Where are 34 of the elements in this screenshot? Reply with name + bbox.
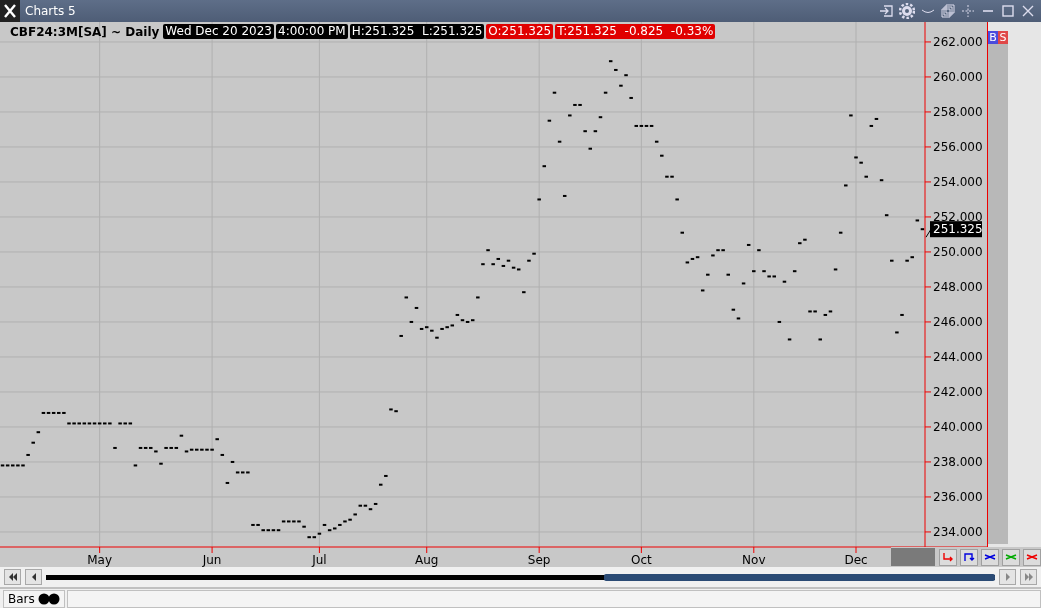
window-title: Charts 5 (25, 4, 77, 18)
y-tick-label: 254.000 (933, 174, 983, 189)
quote-field: H:251.325 L:251.325 (349, 24, 485, 39)
signal-badge[interactable]: B (988, 31, 998, 44)
x-tick-label: Aug (415, 553, 439, 567)
y-tick-label: 234.000 (933, 524, 983, 539)
y-tick-label: 238.000 (933, 454, 983, 469)
x-tick-label: Nov (742, 553, 766, 567)
quote-field: T:251.325 -0.825 -0.33% (555, 24, 716, 39)
y-tick-label: 258.000 (933, 104, 983, 119)
y-tick-label: 240.000 (933, 419, 983, 434)
x-tick-label: Jul (312, 553, 327, 567)
x-tick-label: Oct (631, 553, 652, 567)
bars-tab[interactable]: Bars (3, 590, 65, 608)
y-tick-label: 244.000 (933, 349, 983, 364)
y-tick-label: 256.000 (933, 139, 983, 154)
quote-field: 4:00:00 PM (276, 24, 348, 39)
y-tick-label: 260.000 (933, 69, 983, 84)
y-tick-label: 242.000 (933, 384, 983, 399)
x-tick-label: May (87, 553, 113, 567)
x-tick-label: Jun (202, 553, 222, 567)
y-tick-label: 262.000 (933, 34, 983, 49)
y-tick-label: 236.000 (933, 489, 983, 504)
x-tick-label: Sep (527, 553, 551, 567)
quote-field: Wed Dec 20 2023 (163, 24, 274, 39)
y-tick-label: 248.000 (933, 279, 983, 294)
symbol-label: CBF24:3M[SA] ~ Daily (10, 24, 160, 39)
y-tick-label: 252.000 (933, 209, 983, 224)
tab-label: Bars (8, 592, 35, 606)
y-tick-label: 246.000 (933, 314, 983, 329)
quote-field: O:251.325 (486, 24, 554, 39)
y-tick-label: 250.000 (933, 244, 983, 259)
signal-badge[interactable]: S (998, 31, 1008, 44)
x-tick-label: Dec (844, 553, 868, 567)
